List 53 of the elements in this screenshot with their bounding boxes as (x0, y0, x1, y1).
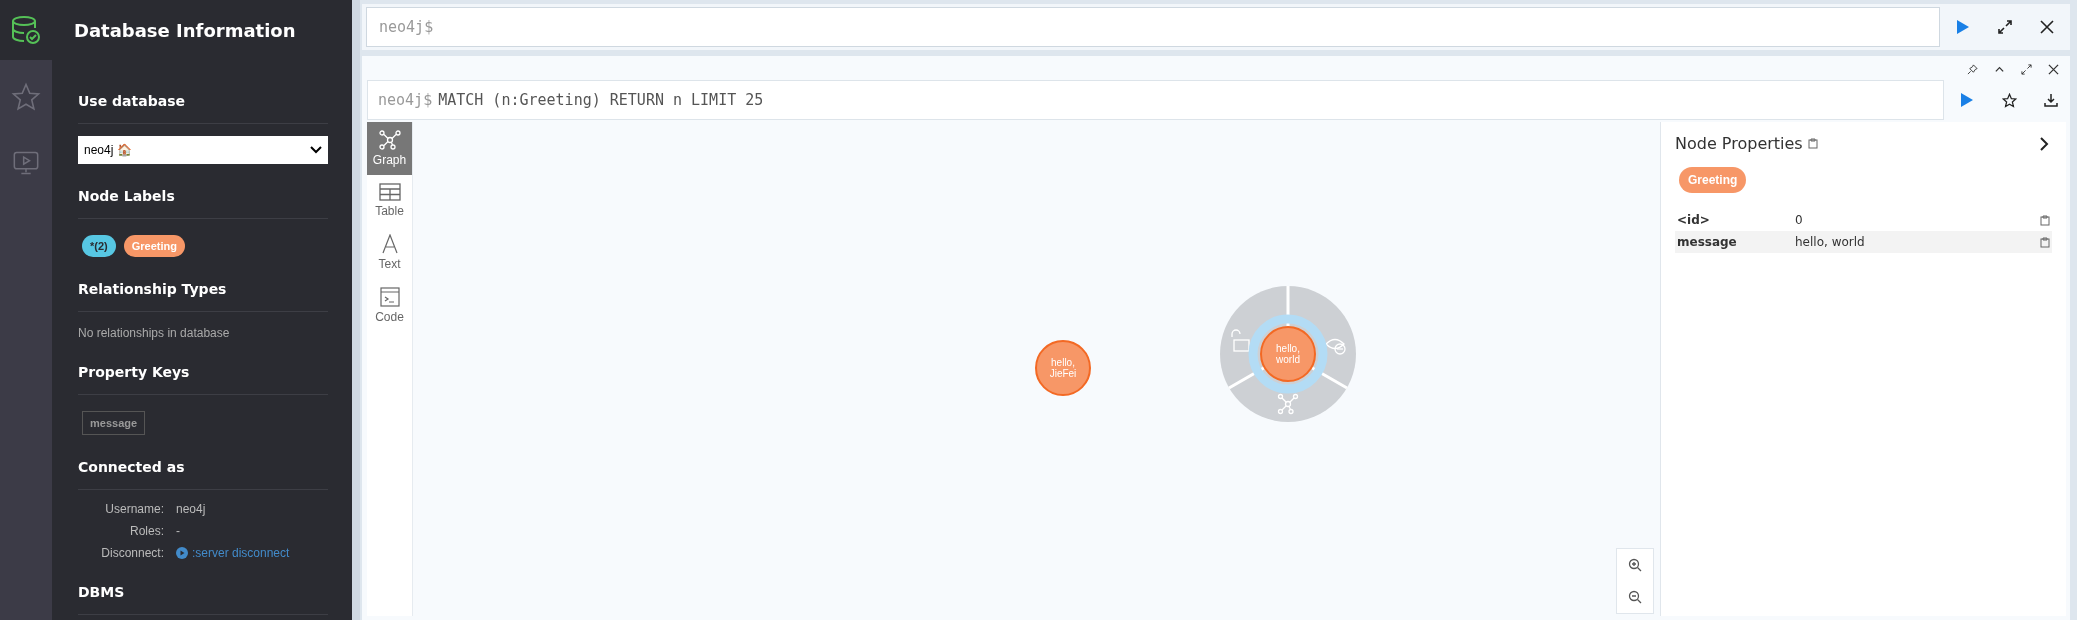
section-heading: DBMS (78, 584, 328, 615)
clipboard-icon[interactable] (2040, 214, 2050, 226)
node-caption: hello, world (1276, 343, 1300, 365)
property-value: hello, world (1795, 235, 1866, 249)
disconnect-link[interactable]: :server disconnect (176, 546, 328, 560)
database-select[interactable]: neo4j 🏠 (78, 136, 328, 164)
property-key: <id> (1677, 213, 1795, 227)
property-key: message (1677, 235, 1795, 249)
database-check-icon (10, 14, 42, 46)
chevron-right-icon (2039, 136, 2049, 151)
letter-a-icon (380, 234, 399, 254)
star-icon (2001, 92, 2017, 108)
field-value: - (176, 524, 181, 538)
property-value: 0 (1795, 213, 1804, 227)
field-value: neo4j (176, 502, 207, 516)
section-heading: Property Keys (78, 364, 328, 395)
view-tab[interactable]: Graph (367, 122, 412, 175)
property-key-tag[interactable]: message (82, 411, 146, 435)
expand-icon (2021, 63, 2032, 75)
close-icon (2048, 63, 2059, 75)
play-circle-icon (176, 547, 188, 559)
expand-icon (1998, 20, 2012, 34)
panel-title: Node Properties (1675, 134, 1803, 153)
field-label: Disconnect: (100, 546, 164, 560)
clipboard-icon[interactable] (1807, 138, 1818, 149)
graph-icon (378, 130, 401, 150)
graph-node[interactable] (1260, 326, 1316, 382)
chevron-down-icon (310, 146, 322, 154)
node-label-tag[interactable]: *(2) (82, 235, 116, 257)
download-icon (2044, 93, 2058, 107)
field-label: Roles: (129, 524, 164, 538)
terminal-icon (379, 287, 400, 307)
empty-message: No relationships in database (78, 326, 231, 340)
table-icon (378, 183, 401, 201)
star-icon (11, 82, 41, 112)
clipboard-icon[interactable] (2040, 236, 2050, 248)
field-label: Username: (104, 502, 164, 516)
play-icon (1956, 19, 1970, 35)
zoom-out-icon (1628, 590, 1642, 604)
database-nav-button[interactable] (0, 0, 52, 60)
node-caption: hello, JieFei (1049, 357, 1077, 379)
section-heading: Relationship Types (78, 281, 328, 312)
section-heading: Node Labels (78, 188, 328, 219)
pin-icon (1967, 63, 1978, 75)
play-monitor-icon (12, 149, 40, 177)
play-icon (1960, 92, 1974, 108)
section-heading: Connected as (78, 459, 328, 490)
drawer-title: Database Information (74, 20, 297, 41)
query-bar[interactable]: neo4j$ MATCH (n:Greeting) RETURN n LIMIT 25 (367, 80, 1944, 120)
section-heading: Use database (78, 93, 328, 124)
zoom-in-icon (1628, 558, 1642, 572)
close-icon (2040, 20, 2054, 34)
graph-node[interactable] (1035, 340, 1091, 396)
